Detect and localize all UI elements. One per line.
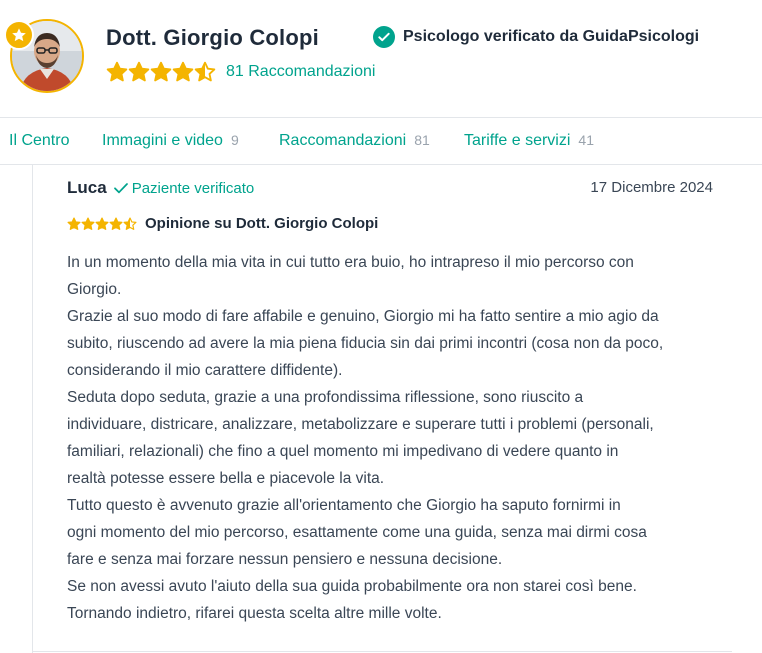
review-line: Seduta dopo seduta, grazie a una profond…: [67, 389, 584, 406]
patient-verified-text: Paziente verificato: [131, 179, 255, 197]
profile-header: Dott. Giorgio Colopi Psicologo verificat…: [0, 0, 762, 117]
review-line: ogni momento del mio percorso, esattamen…: [67, 524, 647, 541]
review-line: familiari, relazionali) che fino a quel …: [67, 443, 619, 460]
check-circle-icon: [373, 26, 395, 48]
review-author: Luca Paziente verificato: [67, 178, 254, 198]
tab-count: 81: [414, 132, 430, 148]
review-line: Giorgio.: [67, 281, 122, 298]
tab-immagini-video[interactable]: Immagini e video 9: [102, 132, 239, 150]
profile-tabs: Il Centro Immagini e video 9 Raccomandazi…: [0, 117, 762, 165]
star-badge: [4, 20, 34, 50]
avatar-container[interactable]: [4, 19, 84, 93]
divider: [32, 651, 732, 652]
verified-badge: Psicologo verificato da GuidaPsicologi: [373, 26, 699, 48]
star-half-icon: [123, 216, 137, 230]
review-line: Grazie al suo modo di fare affabile e ge…: [67, 308, 659, 325]
tab-label: Tariffe e servizi: [464, 132, 571, 149]
reviewer-name: Luca: [67, 178, 107, 197]
patient-verified-badge: Paziente verificato: [113, 179, 255, 197]
review-line: subito, riuscendo ad avere la mia piena …: [67, 335, 664, 352]
review-title: Opinione su Dott. Giorgio Colopi: [145, 215, 379, 232]
checkmark-icon: [113, 183, 128, 194]
tab-label: Raccomandazioni: [279, 132, 407, 149]
recommendations-link[interactable]: 81 Raccomandazioni: [226, 63, 375, 81]
tab-tariffe-servizi[interactable]: Tariffe e servizi 41: [464, 132, 594, 150]
star-half-icon: [194, 61, 216, 82]
tab-raccomandazioni[interactable]: Raccomandazioni 81: [279, 132, 430, 150]
star-full-icon: [67, 216, 81, 230]
star-full-icon: [81, 216, 95, 230]
profile-rating: 81 Raccomandazioni: [106, 61, 375, 83]
review-line: realtà potesse essere bella e piacevole …: [67, 470, 385, 487]
star-full-icon: [95, 216, 109, 230]
review-line: considerando il mio carattere diffidente…: [67, 362, 343, 379]
tab-centro[interactable]: Il Centro: [9, 132, 69, 150]
doctor-name: Dott. Giorgio Colopi: [106, 25, 319, 50]
review-heading: Opinione su Dott. Giorgio Colopi: [67, 215, 378, 232]
review-line: In un momento della mia vita in cui tutt…: [67, 254, 634, 271]
star-full-icon: [128, 61, 150, 82]
review-text: In un momento della mia vita in cui tutt…: [67, 249, 727, 627]
profile-rating-stars: [106, 61, 216, 83]
review-line: Tutto questo è avvenuto grazie all'orien…: [67, 497, 621, 514]
tab-label: Immagini e video: [102, 132, 223, 149]
review-line: fare e senza mai forzare nessun pensiero…: [67, 551, 503, 568]
star-full-icon: [172, 61, 194, 82]
review-rating-stars: [67, 216, 137, 231]
tab-count: 9: [230, 132, 239, 148]
review-line: individuare, districare, analizzare, met…: [67, 416, 654, 433]
review-left-border: [32, 165, 33, 653]
review-line: Tornando indietro, rifarei questa scelta…: [67, 605, 442, 622]
review-line: Se non avessi avuto l'aiuto della sua gu…: [67, 578, 637, 595]
review-date: 17 Dicembre 2024: [590, 179, 713, 196]
star-full-icon: [106, 61, 128, 82]
tab-label: Il Centro: [9, 132, 70, 149]
star-full-icon: [109, 216, 123, 230]
tab-count: 41: [578, 132, 594, 148]
verified-text: Psicologo verificato da GuidaPsicologi: [403, 28, 700, 45]
star-icon: [12, 28, 26, 42]
star-full-icon: [150, 61, 172, 82]
